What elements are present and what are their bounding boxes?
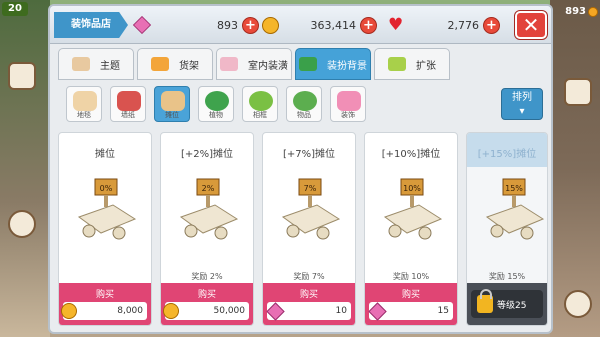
category-item[interactable]: 物品 (286, 86, 322, 122)
heart-icon: ♥ (388, 14, 404, 35)
svg-text:2%: 2% (202, 184, 215, 193)
shelf-icon (151, 57, 169, 71)
gem-value: 893 (217, 18, 238, 32)
category-rug[interactable]: 地毯 (66, 86, 102, 122)
chat-icon[interactable] (564, 290, 592, 318)
close-button[interactable]: ✕ (515, 11, 547, 39)
lock-row: 等级25 (471, 289, 543, 318)
item-card[interactable]: 摊位 0% 购买 8,000 (58, 132, 152, 326)
item-icon (293, 91, 317, 111)
shop-panel: 装饰品店 893 + 363,414 + ♥ 2,776 + ✕ 主题 货架 室… (48, 4, 553, 334)
buy-button[interactable]: 购买 50,000 (161, 283, 253, 325)
stall-item-image: 2% (179, 178, 239, 240)
sort-button[interactable]: 排列 ▾ (501, 88, 543, 120)
tab-interior[interactable]: 室内装潢 (216, 48, 292, 80)
buy-button[interactable]: 购买 15 (365, 283, 457, 325)
gem-icon (368, 301, 387, 321)
item-reward: 奖励 7% (293, 272, 325, 281)
price-tag: 15 (368, 301, 453, 321)
buy-button[interactable]: 购买 10 (263, 283, 355, 325)
add-gems-button[interactable]: + (242, 16, 259, 34)
rug-icon (73, 91, 97, 111)
item-reward: 奖励 15% (488, 272, 526, 281)
svg-text:0%: 0% (100, 184, 113, 193)
svg-text:15%: 15% (505, 184, 523, 193)
svg-text:10%: 10% (403, 184, 421, 193)
camera-icon[interactable] (564, 78, 592, 106)
decoration-icon (337, 91, 361, 111)
coin-icon (262, 16, 279, 34)
category-stall[interactable]: 摊位 (154, 86, 190, 122)
shop-title: 装饰品店 (54, 12, 128, 38)
item-card[interactable]: [+7%]摊位 7% 奖励 7% 购买 10 (262, 132, 356, 326)
expand-icon (388, 57, 406, 71)
wallpaper-icon (117, 91, 141, 111)
heart-counter: ♥ 2,776 + (388, 16, 500, 34)
buy-button[interactable]: 购买 8,000 (59, 283, 151, 325)
stall-item-image: 15% (485, 178, 545, 240)
coin-value: 363,414 (310, 18, 357, 32)
plant-icon (205, 91, 229, 111)
gift-icon[interactable] (8, 210, 36, 238)
item-cards: 摊位 0% 购买 8,000 [+2%]摊位 2% 奖励 2% 购买 50,00… (58, 132, 548, 326)
price-value: 10 (335, 306, 347, 316)
shop-topbar: 装饰品店 893 + 363,414 + ♥ 2,776 + ✕ (50, 6, 551, 44)
coin-icon (163, 303, 179, 319)
price-value: 8,000 (117, 306, 143, 316)
add-coins-button[interactable]: + (360, 16, 377, 34)
item-name: [+2%]摊位 (180, 149, 234, 160)
right-scene (550, 0, 600, 337)
category-wallpaper[interactable]: 墙纸 (110, 86, 146, 122)
gem-counter: 893 + (132, 15, 259, 35)
shop-tabs: 主题 货架 室内装潢 装扮背景 扩张 (58, 48, 450, 80)
item-name: [+15%]摊位 (477, 149, 537, 160)
heart-value: 2,776 (447, 18, 480, 32)
calendar-icon[interactable] (8, 62, 36, 90)
add-hearts-button[interactable]: + (483, 16, 500, 34)
left-scene (0, 0, 50, 337)
tab-shelf[interactable]: 货架 (137, 48, 213, 80)
tree-icon (299, 57, 317, 71)
stall-icon (161, 91, 185, 111)
item-card-locked[interactable]: [+15%]摊位 15% 奖励 15% 等级25 (466, 132, 548, 326)
coin-counter: 363,414 + (262, 16, 377, 34)
stall-item-image: 7% (281, 178, 341, 240)
price-value: 50,000 (213, 306, 246, 316)
hud-coin-counter: 893 (565, 6, 598, 17)
coin-icon (61, 303, 77, 319)
stall-item-image: 0% (77, 178, 137, 240)
gem-icon (266, 301, 285, 321)
tab-expand[interactable]: 扩张 (374, 48, 450, 80)
tab-decor-background[interactable]: 装扮背景 (295, 48, 371, 80)
level-badge: 20 (2, 2, 28, 16)
locked-button: 等级25 (467, 283, 547, 325)
price-value: 15 (437, 306, 449, 316)
item-card[interactable]: [+2%]摊位 2% 奖励 2% 购买 50,000 (160, 132, 254, 326)
category-plant[interactable]: 植物 (198, 86, 234, 122)
category-decoration[interactable]: 装饰 (330, 86, 366, 122)
item-reward: 奖励 2% (191, 272, 223, 281)
gem-icon (132, 15, 152, 35)
item-name: [+7%]摊位 (282, 149, 336, 160)
svg-text:7%: 7% (304, 184, 317, 193)
category-bar: 地毯 墙纸 摊位 植物 相框 物品 装饰 (66, 86, 366, 122)
theme-icon (72, 57, 90, 71)
stall-item-image: 10% (383, 178, 443, 240)
item-name: 摊位 (95, 149, 115, 160)
hud-coin-value: 893 (565, 6, 586, 17)
lock-icon (477, 289, 493, 313)
price-tag: 8,000 (61, 302, 147, 320)
sort-arrow-icon: ▾ (519, 106, 525, 117)
interior-icon (220, 57, 238, 71)
item-reward: 奖励 10% (392, 272, 430, 281)
price-tag: 50,000 (163, 302, 249, 320)
coin-icon (588, 6, 598, 17)
tab-theme[interactable]: 主题 (58, 48, 134, 80)
frame-icon (249, 91, 273, 111)
item-name: [+10%]摊位 (381, 149, 441, 160)
price-tag: 10 (266, 301, 351, 321)
unlock-level: 等级25 (497, 300, 527, 311)
item-card[interactable]: [+10%]摊位 10% 奖励 10% 购买 15 (364, 132, 458, 326)
category-frame[interactable]: 相框 (242, 86, 278, 122)
